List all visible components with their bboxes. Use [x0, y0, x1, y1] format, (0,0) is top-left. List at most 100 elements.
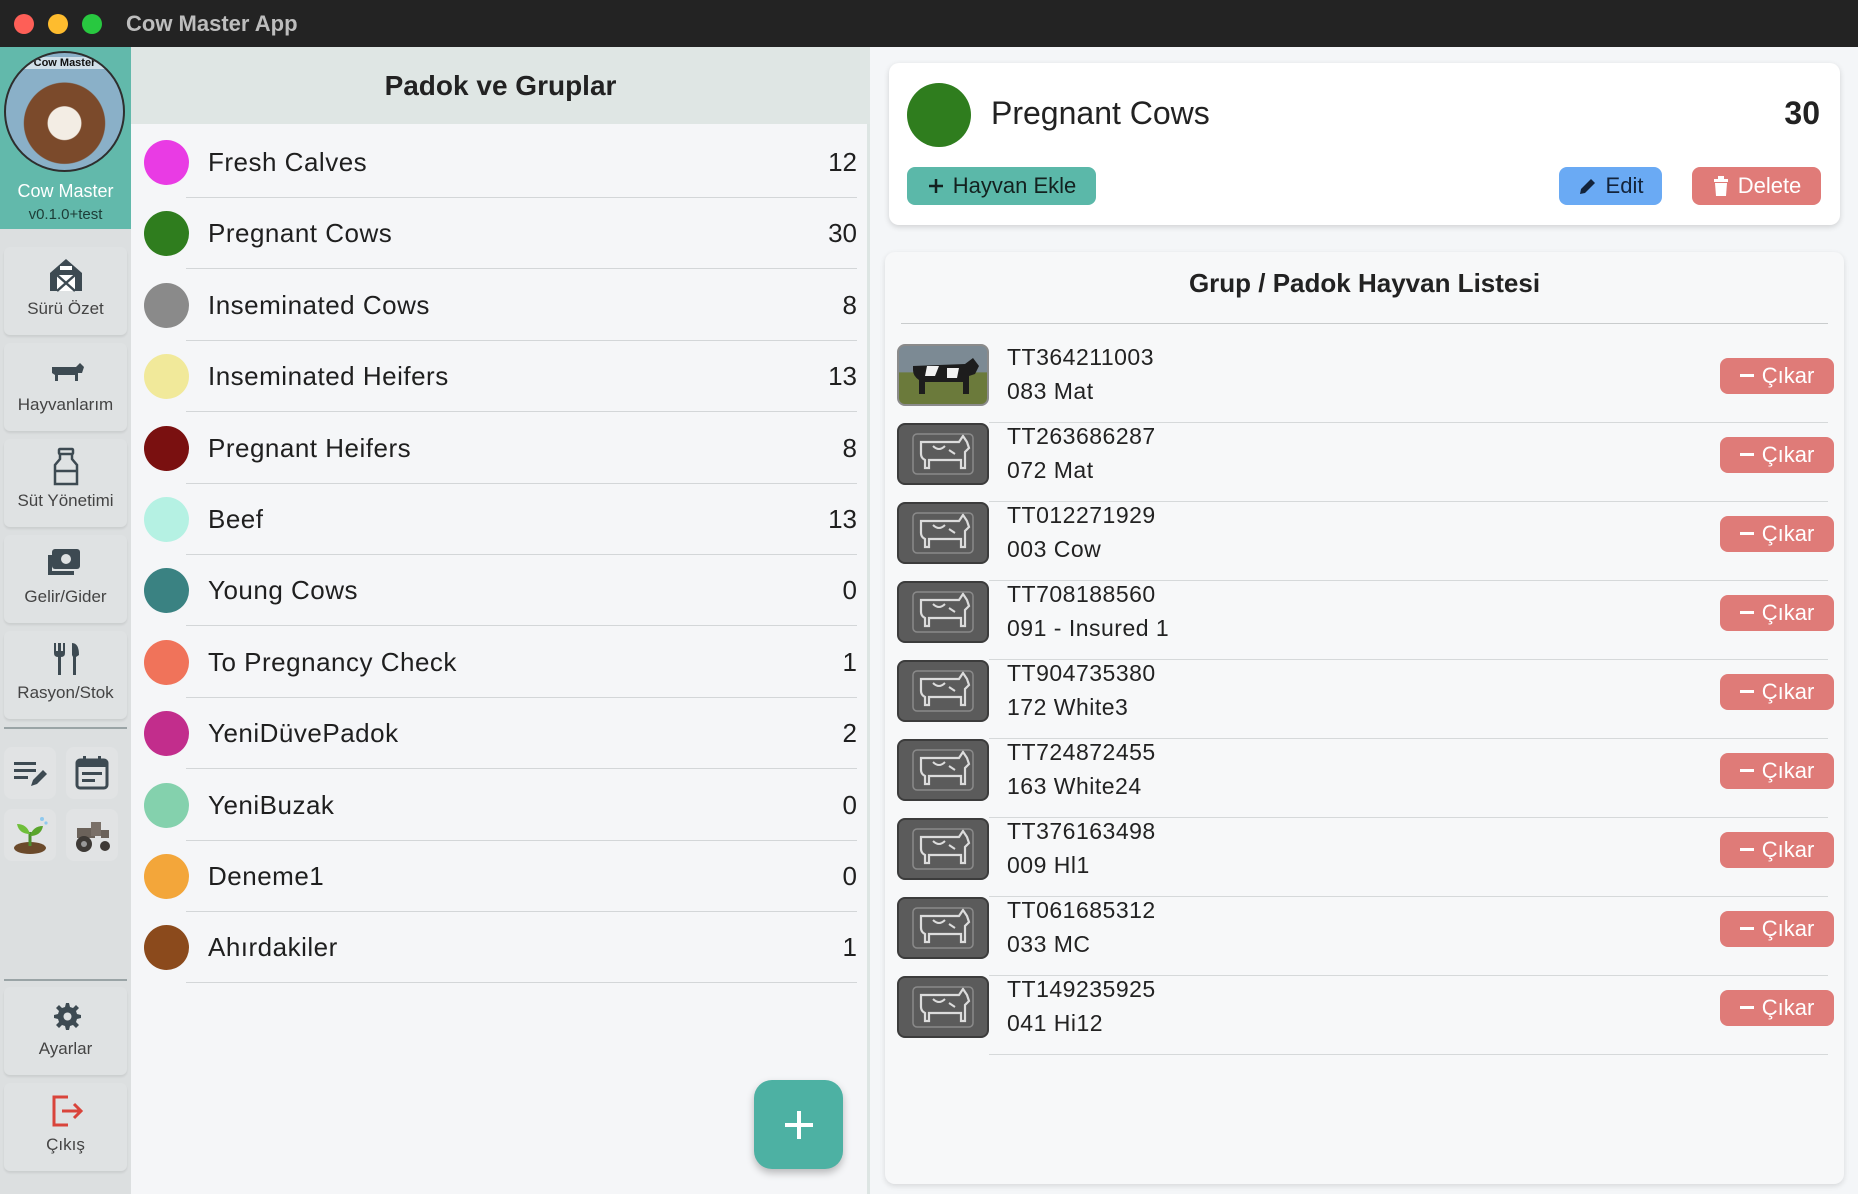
group-name: Beef	[208, 504, 264, 534]
animal-list-title: Grup / Padok Hayvan Listesi	[1188, 268, 1541, 298]
minus-icon	[1739, 532, 1754, 535]
edit-group-button[interactable]: Edit	[1559, 167, 1662, 205]
delete-group-button[interactable]: Delete	[1692, 167, 1821, 205]
remove-animal-button[interactable]: Çıkar	[1720, 990, 1834, 1026]
gear-icon	[53, 1003, 81, 1030]
close-window-button[interactable]	[14, 13, 34, 34]
nav-item-herd-summary[interactable]: Sürü Özet	[4, 247, 127, 335]
remove-label: Çıkar	[1761, 758, 1815, 783]
nav-item-income-expense[interactable]: Gelir/Gider	[4, 535, 127, 623]
minus-icon	[1739, 611, 1754, 614]
tractor-button[interactable]	[66, 809, 118, 861]
row-divider	[186, 982, 857, 984]
cow-placeholder-icon	[912, 749, 974, 791]
nav-label: Sürü Özet	[27, 299, 104, 318]
animal-name: 003 Cow	[1007, 536, 1102, 562]
animal-name: 091 - Insured 1	[1007, 615, 1170, 641]
group-count: 0	[842, 575, 857, 606]
group-row[interactable]: Young Cows 0	[131, 555, 870, 627]
nav-label: Süt Yönetimi	[17, 491, 114, 510]
notes-edit-button[interactable]	[4, 747, 56, 799]
remove-animal-button[interactable]: Çıkar	[1720, 358, 1834, 394]
animal-placeholder-image	[897, 581, 989, 643]
group-color-dot	[144, 282, 189, 328]
pencil-icon	[1579, 179, 1595, 194]
animal-name: 009 Hl1	[1007, 852, 1090, 878]
group-row[interactable]: YeniDüvePadok 2	[131, 698, 870, 770]
minus-icon	[1739, 927, 1754, 930]
remove-animal-button[interactable]: Çıkar	[1720, 516, 1834, 552]
calendar-button[interactable]	[66, 747, 118, 799]
remove-label: Çıkar	[1761, 679, 1815, 704]
remove-animal-button[interactable]: Çıkar	[1720, 832, 1834, 868]
crop-button[interactable]	[4, 809, 56, 861]
tractor-icon	[76, 822, 110, 852]
animal-name: 172 White3	[1007, 694, 1129, 720]
remove-label: Çıkar	[1761, 521, 1815, 546]
trash-icon	[1713, 176, 1728, 196]
animal-name: 083 Mat	[1007, 378, 1094, 404]
group-row[interactable]: Pregnant Cows 30	[131, 198, 870, 270]
minimize-window-button[interactable]	[48, 13, 68, 34]
group-color-dot	[144, 854, 189, 899]
group-detail-card: Pregnant Cows 30 Hayvan Ekle Edit Delete	[889, 63, 1840, 225]
money-icon	[47, 549, 80, 575]
animal-placeholder-image	[897, 976, 989, 1038]
group-name: To Pregnancy Check	[208, 646, 457, 677]
group-row[interactable]: Inseminated Cows 8	[131, 270, 870, 341]
group-row[interactable]: Deneme1 0	[131, 841, 870, 912]
group-count: 1	[842, 646, 857, 677]
nav-item-settings[interactable]: Ayarlar	[4, 987, 127, 1075]
group-count: 1	[842, 932, 857, 963]
nav-label: Gelir/Gider	[24, 587, 107, 606]
nav-item-ration-stock[interactable]: Rasyon/Stok	[4, 631, 127, 719]
add-animal-button[interactable]: Hayvan Ekle	[907, 167, 1096, 205]
minus-icon	[1739, 1006, 1754, 1009]
minus-icon	[1739, 690, 1754, 693]
group-row[interactable]: Fresh Calves 12	[131, 127, 870, 198]
remove-label: Çıkar	[1761, 916, 1815, 941]
group-name: Deneme1	[208, 861, 325, 891]
animal-placeholder-image	[897, 818, 989, 880]
zoom-window-button[interactable]	[82, 13, 102, 34]
add-group-button[interactable]	[754, 1080, 843, 1169]
notes-edit-icon	[14, 762, 47, 786]
group-name: Inseminated Cows	[208, 289, 430, 320]
remove-animal-button[interactable]: Çıkar	[1720, 911, 1834, 947]
group-row[interactable]: Pregnant Heifers 8	[131, 413, 870, 484]
group-row[interactable]: To Pregnancy Check 1	[131, 627, 870, 698]
nav-item-my-animals[interactable]: Hayvanlarım	[4, 343, 127, 431]
remove-animal-button[interactable]: Çıkar	[1720, 437, 1834, 473]
group-row[interactable]: YeniBuzak 0	[131, 770, 870, 841]
group-name: Young Cows	[208, 575, 359, 606]
animal-row[interactable]: TT149235925 041 Hi12 Çıkar	[885, 976, 1844, 1070]
remove-animal-button[interactable]: Çıkar	[1720, 595, 1834, 631]
animal-placeholder-image	[897, 897, 989, 959]
remove-label: Çıkar	[1761, 995, 1815, 1020]
delete-label: Delete	[1737, 173, 1802, 198]
cow-placeholder-icon	[912, 907, 974, 949]
nav-item-logout[interactable]: Çıkış	[4, 1083, 127, 1171]
add-animal-label: Hayvan Ekle	[952, 173, 1077, 198]
animal-name: 072 Mat	[1007, 457, 1094, 483]
animal-tag: TT376163498	[1007, 818, 1156, 844]
sprout-icon	[14, 817, 48, 854]
barn-icon	[49, 259, 82, 292]
animal-placeholder-image	[897, 739, 989, 801]
remove-label: Çıkar	[1761, 837, 1815, 862]
group-row[interactable]: Beef 13	[131, 484, 870, 555]
group-color-dot	[144, 140, 189, 185]
window-title: Cow Master App	[126, 10, 298, 36]
title-bar: Cow Master App	[0, 0, 1858, 47]
group-count: 8	[842, 432, 857, 463]
group-detail-name: Pregnant Cows	[991, 95, 1210, 131]
remove-animal-button[interactable]: Çıkar	[1720, 753, 1834, 789]
nav-item-milk-management[interactable]: Süt Yönetimi	[4, 439, 127, 527]
group-row[interactable]: Ahırdakiler 1	[131, 912, 870, 984]
remove-animal-button[interactable]: Çıkar	[1720, 674, 1834, 710]
edit-label: Edit	[1605, 173, 1644, 198]
group-color-dot	[144, 711, 189, 757]
group-row[interactable]: Inseminated Heifers 13	[131, 341, 870, 413]
group-name: Fresh Calves	[208, 147, 368, 177]
brand-header: Cow Master Cow Master v0.1.0+test	[0, 47, 131, 229]
